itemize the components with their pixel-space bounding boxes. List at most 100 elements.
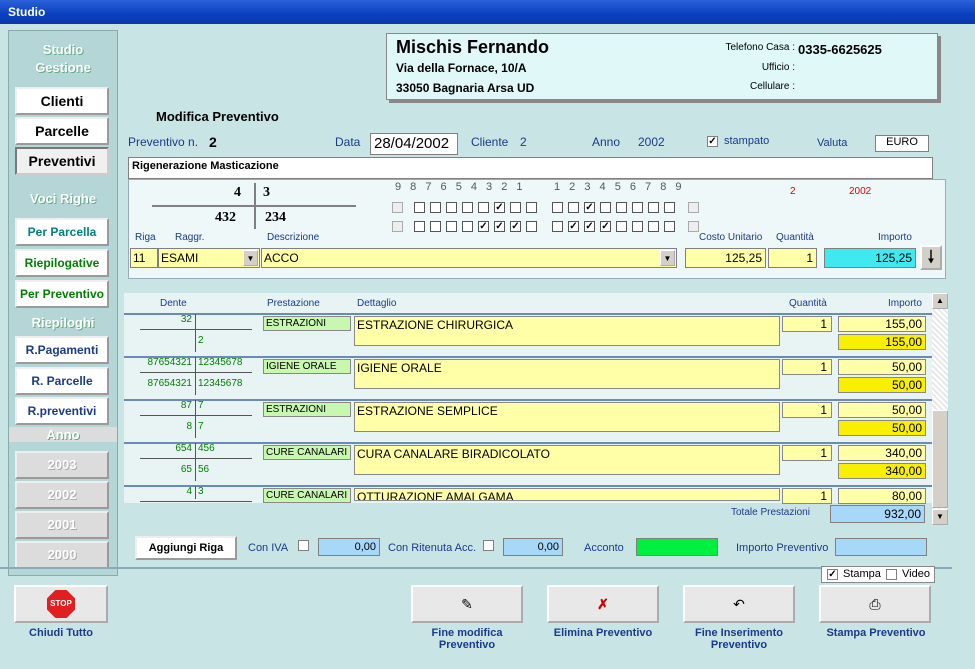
tooth-checkbox[interactable] [616, 202, 627, 213]
tooth-checkbox[interactable]: ✓ [600, 221, 611, 232]
prestazione-cell[interactable]: ESTRAZIONI [263, 402, 351, 417]
importo-cell[interactable]: 155,00 [838, 316, 926, 332]
year-2001-button[interactable]: 2001 [15, 511, 109, 539]
iva-checkbox[interactable] [298, 540, 309, 551]
tooth-checkbox[interactable] [526, 221, 537, 232]
tooth-checkbox[interactable] [446, 221, 457, 232]
quantita-cell[interactable]: 1 [782, 359, 832, 375]
dettaglio-cell[interactable]: ESTRAZIONE SEMPLICE [354, 402, 780, 432]
data-field[interactable]: 28/04/2002 [370, 133, 458, 155]
dettaglio-cell[interactable]: CURA CANALARE BIRADICOLATO [354, 445, 780, 475]
tooth-checkbox[interactable] [392, 221, 403, 232]
scroll-up-icon[interactable]: ▲ [932, 293, 948, 309]
nav-clienti-button[interactable]: Clienti [15, 87, 109, 115]
tooth-checkbox[interactable]: ✓ [494, 202, 505, 213]
chevron-down-icon[interactable]: ▼ [243, 250, 258, 266]
prestazione-cell[interactable]: IGIENE ORALE [263, 359, 351, 374]
year-2003-button[interactable]: 2003 [15, 451, 109, 479]
tooth-checkbox[interactable] [462, 202, 473, 213]
elimina-button[interactable]: ✗ [547, 585, 659, 623]
quantita-cell[interactable]: 1 [782, 488, 832, 504]
quantita-cell[interactable]: 1 [782, 445, 832, 461]
tooth-checkbox[interactable] [688, 202, 699, 213]
dettaglio-cell[interactable]: IGIENE ORALE [354, 359, 780, 389]
tooth-checkbox[interactable] [648, 221, 659, 232]
tooth-upper-left: 4 [234, 185, 241, 200]
tooth-checkbox[interactable]: ✓ [494, 221, 505, 232]
tooth-checkbox[interactable]: ✓ [584, 221, 595, 232]
tooth-checkbox[interactable] [414, 221, 425, 232]
ritenuta-value[interactable]: 0,00 [503, 538, 563, 556]
costo-unitario-field[interactable]: 125,25 [685, 248, 766, 268]
prestazione-cell[interactable]: ESTRAZIONI [263, 316, 351, 331]
importo-cell[interactable]: 340,00 [838, 445, 926, 461]
nav-preventivi-button[interactable]: Preventivi [15, 147, 109, 175]
stampa-button[interactable]: ⎙ [819, 585, 931, 623]
tooth-checkbox[interactable] [430, 202, 441, 213]
voci-riepilogative-button[interactable]: Riepilogative [15, 249, 109, 277]
fine-modifica-button[interactable]: ✎ [411, 585, 523, 623]
voci-per-preventivo-button[interactable]: Per Preventivo [15, 280, 109, 308]
iva-value[interactable]: 0,00 [318, 538, 380, 556]
scroll-down-icon[interactable]: ▼ [932, 509, 948, 525]
tooth-checkbox[interactable] [526, 202, 537, 213]
dettaglio-cell[interactable]: OTTURAZIONE AMALGAMA [354, 488, 780, 501]
dente-lower-right: 12345678 [198, 378, 243, 389]
quantita-cell[interactable]: 1 [782, 316, 832, 332]
video-checkbox[interactable] [886, 569, 897, 580]
quantita-cell[interactable]: 1 [782, 402, 832, 418]
tooth-checkbox[interactable] [648, 202, 659, 213]
tooth-checkbox[interactable] [616, 221, 627, 232]
tooth-checkbox[interactable] [664, 221, 675, 232]
acconto-field[interactable] [636, 538, 718, 556]
tooth-checkbox[interactable]: ✓ [510, 221, 521, 232]
importo-cell[interactable]: 80,00 [838, 488, 926, 504]
r-preventivi-button[interactable]: R.preventivi [15, 397, 109, 425]
tooth-checkbox[interactable] [446, 202, 457, 213]
stampato-checkbox[interactable] [707, 136, 718, 147]
down-arrow-icon[interactable]: 🠗 [920, 245, 942, 270]
ritenuta-checkbox[interactable] [483, 540, 494, 551]
r-parcelle-button[interactable]: R. Parcelle [15, 367, 109, 395]
tooth-checkbox[interactable] [600, 202, 611, 213]
tooth-checkbox[interactable] [510, 202, 521, 213]
importo-field[interactable]: 125,25 [824, 248, 916, 268]
aggiungi-riga-button[interactable]: Aggiungi Riga [135, 536, 237, 560]
tooth-checkbox[interactable] [688, 221, 699, 232]
prestazione-cell[interactable]: CURE CANALARI [263, 488, 351, 503]
tooth-checkbox[interactable]: ✓ [568, 221, 579, 232]
dettaglio-cell[interactable]: ESTRAZIONE CHIRURGICA [354, 316, 780, 346]
quantita-field[interactable]: 1 [768, 248, 817, 268]
descrizione-select[interactable]: ACCO ▼ [261, 248, 677, 268]
valuta-field[interactable]: EURO [875, 135, 929, 152]
tooth-checkbox[interactable]: ✓ [584, 202, 595, 213]
tooth-checkbox[interactable] [552, 202, 563, 213]
chevron-down-icon[interactable]: ▼ [660, 250, 675, 266]
tooth-checkbox[interactable] [478, 202, 489, 213]
chiudi-tutto-button[interactable]: STOP [14, 585, 108, 623]
raggr-select[interactable]: ESAMI ▼ [158, 248, 260, 268]
tooth-checkbox[interactable] [414, 202, 425, 213]
scroll-thumb[interactable] [932, 410, 948, 508]
fine-inserimento-button[interactable]: ↶ [683, 585, 795, 623]
tooth-checkbox[interactable] [632, 221, 643, 232]
tooth-checkbox[interactable] [392, 202, 403, 213]
year-2002-button[interactable]: 2002 [15, 481, 109, 509]
importo-cell[interactable]: 50,00 [838, 359, 926, 375]
year-2000-button[interactable]: 2000 [15, 541, 109, 569]
tooth-checkbox[interactable] [430, 221, 441, 232]
importo-cell[interactable]: 50,00 [838, 402, 926, 418]
tooth-checkbox[interactable] [462, 221, 473, 232]
voci-per-parcella-button[interactable]: Per Parcella [15, 218, 109, 246]
tooth-checkbox[interactable] [664, 202, 675, 213]
nav-parcelle-button[interactable]: Parcelle [15, 117, 109, 145]
tooth-checkbox[interactable] [552, 221, 563, 232]
stampa-checkbox[interactable] [827, 569, 838, 580]
riga-field[interactable]: 11 [130, 248, 158, 268]
descrizione-field[interactable]: Rigenerazione Masticazione [128, 157, 933, 179]
tooth-checkbox[interactable] [568, 202, 579, 213]
tooth-checkbox[interactable] [632, 202, 643, 213]
r-pagamenti-button[interactable]: R.Pagamenti [15, 336, 109, 364]
tooth-checkbox[interactable]: ✓ [478, 221, 489, 232]
prestazione-cell[interactable]: CURE CANALARI [263, 445, 351, 460]
